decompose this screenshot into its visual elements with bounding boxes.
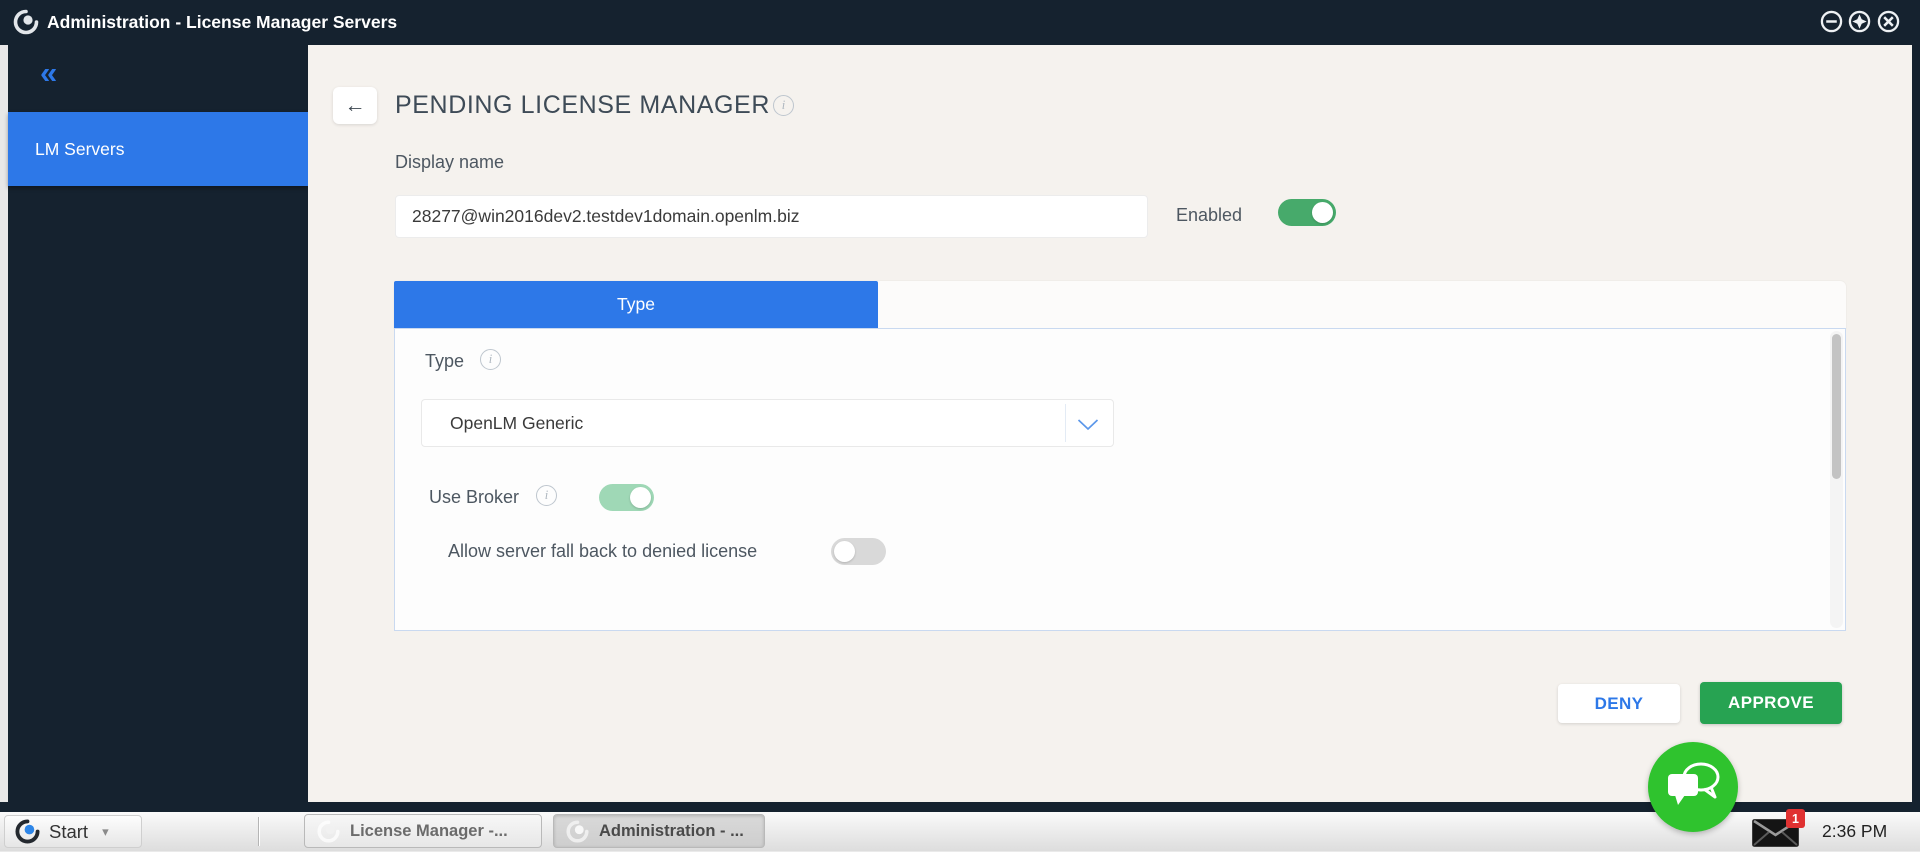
minimize-button[interactable] (1820, 10, 1843, 33)
window-right-border (1912, 45, 1920, 802)
deny-button[interactable]: DENY (1558, 684, 1680, 723)
page-title: PENDING LICENSE MANAGER (395, 91, 770, 120)
use-broker-info-icon[interactable]: i (536, 485, 557, 506)
dropdown-divider (1065, 404, 1066, 442)
toggle-knob (630, 487, 651, 508)
fallback-label: Allow server fall back to denied license (448, 541, 757, 562)
type-dropdown-value: OpenLM Generic (450, 400, 583, 446)
display-name-label: Display name (395, 152, 504, 173)
panel-scrollbar[interactable] (1830, 331, 1843, 628)
task-label: Administration - ... (599, 822, 744, 841)
page-title-info-icon[interactable]: i (773, 95, 794, 116)
type-dropdown[interactable]: OpenLM Generic (421, 399, 1114, 447)
scrollbar-thumb[interactable] (1832, 334, 1841, 479)
chevron-down-icon (1077, 418, 1099, 436)
type-label: Type (425, 351, 464, 372)
taskbar: Start ▾ License Manager -... Administrat… (0, 812, 1920, 851)
task-logo-icon (554, 820, 589, 843)
approve-button[interactable]: APPROVE (1700, 682, 1842, 724)
window-bottom-border (0, 802, 1920, 812)
chat-bubbles-icon (1665, 761, 1721, 814)
taskbar-divider (258, 817, 259, 846)
back-arrow-icon: ← (345, 94, 366, 118)
task-logo-icon (305, 820, 340, 843)
back-button[interactable]: ← (333, 87, 377, 124)
content-panel: Type i OpenLM Generic Use Broker i Allow… (394, 328, 1846, 631)
tray-unread-badge: 1 (1786, 809, 1805, 828)
titlebar: Administration - License Manager Servers (0, 0, 1920, 45)
start-label: Start (49, 821, 88, 843)
openlm-logo-icon (13, 9, 39, 40)
start-logo-icon (15, 819, 40, 844)
tab-label: Type (617, 294, 655, 315)
collapse-sidebar-button[interactable]: « (36, 53, 61, 92)
task-label: License Manager -... (350, 822, 508, 841)
sidebar-item-lm-servers[interactable]: LM Servers (8, 112, 308, 186)
toggle-knob (1312, 202, 1333, 223)
chat-widget-button[interactable] (1648, 742, 1738, 832)
task-button-administration[interactable]: Administration - ... (553, 814, 765, 848)
maximize-button[interactable] (1848, 10, 1871, 33)
type-info-icon[interactable]: i (480, 349, 501, 370)
close-button[interactable] (1877, 10, 1900, 33)
main-content: ← PENDING LICENSE MANAGER i Display name… (308, 45, 1912, 802)
display-name-input[interactable] (395, 195, 1148, 238)
enabled-toggle[interactable] (1278, 199, 1336, 226)
task-button-license-manager[interactable]: License Manager -... (304, 814, 542, 848)
use-broker-toggle[interactable] (599, 484, 654, 511)
sidebar-item-label: LM Servers (35, 139, 124, 160)
use-broker-label: Use Broker (429, 487, 519, 508)
tab-type[interactable]: Type (394, 281, 878, 328)
chevron-double-left-icon: « (40, 55, 57, 90)
start-button[interactable]: Start ▾ (4, 815, 142, 848)
enabled-label: Enabled (1176, 205, 1242, 226)
tab-bar: Type (394, 281, 1846, 328)
window-title: Administration - License Manager Servers (47, 0, 397, 45)
fallback-toggle[interactable] (831, 538, 886, 565)
window-left-border (0, 45, 8, 802)
sidebar: « LM Servers (8, 45, 308, 802)
toggle-knob (834, 541, 855, 562)
tray-clock: 2:36 PM (1822, 812, 1887, 851)
start-caret-icon: ▾ (102, 824, 109, 840)
